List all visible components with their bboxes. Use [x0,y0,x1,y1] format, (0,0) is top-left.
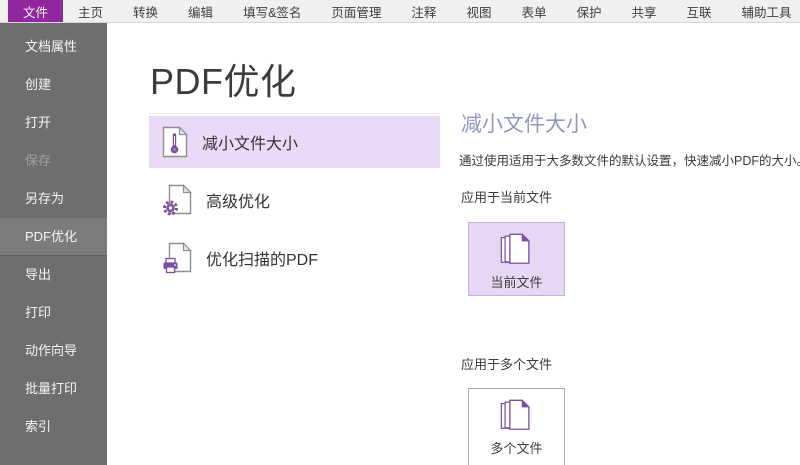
menubar: 文件 主页 转换 编辑 填写&签名 页面管理 注释 视图 表单 保护 共享 互联… [0,0,800,23]
menu-item-edit[interactable]: 编辑 [173,0,228,22]
option-optimize-scanned-pdf[interactable]: 优化扫描的PDF [149,232,440,284]
menu-item-file[interactable]: 文件 [8,0,63,22]
option-label: 减小文件大小 [202,130,298,154]
sidebar-item-open[interactable]: 打开 [0,104,107,142]
menu-item-page-organize[interactable]: 页面管理 [316,0,396,22]
multiple-files-section-label: 应用于多个文件 [461,354,552,373]
menu-item-comment[interactable]: 注释 [396,0,451,22]
multiple-files-card[interactable]: 多个文件 [468,388,565,465]
optimize-option-list: 减小文件大小 高级优化 [149,113,440,290]
page-title: PDF优化 [150,53,297,105]
sidebar-item-index[interactable]: 索引 [0,408,107,446]
sidebar-item-save: 保存 [0,142,107,180]
menu-item-home[interactable]: 主页 [63,0,118,22]
menu-item-accessibility[interactable]: 辅助工具 [727,0,800,22]
detail-description: 通过使用适用于大多数文件的默认设置，快速减小PDF的大小。 [459,153,800,170]
gear-document-icon [162,184,192,216]
detail-heading: 减小文件大小 [461,108,587,138]
menu-item-share[interactable]: 共享 [616,0,671,22]
multiple-files-card-label: 多个文件 [490,438,542,457]
sidebar-item-save-as[interactable]: 另存为 [0,180,107,218]
current-file-card-label: 当前文件 [490,272,542,291]
stacked-documents-icon [498,397,536,433]
option-advanced-optimize[interactable]: 高级优化 [149,174,440,226]
current-file-card[interactable]: 当前文件 [468,222,565,296]
menu-item-form[interactable]: 表单 [506,0,561,22]
sidebar-item-export[interactable]: 导出 [0,256,107,294]
thermometer-document-icon [162,126,188,158]
sidebar-item-pdf-optimize[interactable]: PDF优化 [0,218,107,256]
sidebar-item-action-wizard[interactable]: 动作向导 [0,332,107,370]
sidebar-item-batch-print[interactable]: 批量打印 [0,370,107,408]
sidebar-item-print[interactable]: 打印 [0,294,107,332]
current-file-section-label: 应用于当前文件 [461,187,552,206]
menu-item-view[interactable]: 视图 [451,0,506,22]
backstage-sidebar: 文档属性 创建 打开 保存 另存为 PDF优化 导出 打印 动作向导 批量打印 … [0,23,107,465]
menu-item-connect[interactable]: 互联 [672,0,727,22]
sidebar-item-create[interactable]: 创建 [0,66,107,104]
option-label: 高级优化 [206,188,270,212]
menu-item-fill-sign[interactable]: 填写&签名 [228,0,316,22]
option-reduce-file-size[interactable]: 减小文件大小 [149,116,440,168]
backstage-content: PDF优化 减小文件大小 [107,23,800,465]
sidebar-item-doc-properties[interactable]: 文档属性 [0,28,107,66]
stacked-documents-icon [498,231,536,267]
printer-document-icon [162,242,192,274]
menu-item-convert[interactable]: 转换 [118,0,173,22]
option-label: 优化扫描的PDF [206,246,318,270]
menu-item-protect[interactable]: 保护 [561,0,616,22]
